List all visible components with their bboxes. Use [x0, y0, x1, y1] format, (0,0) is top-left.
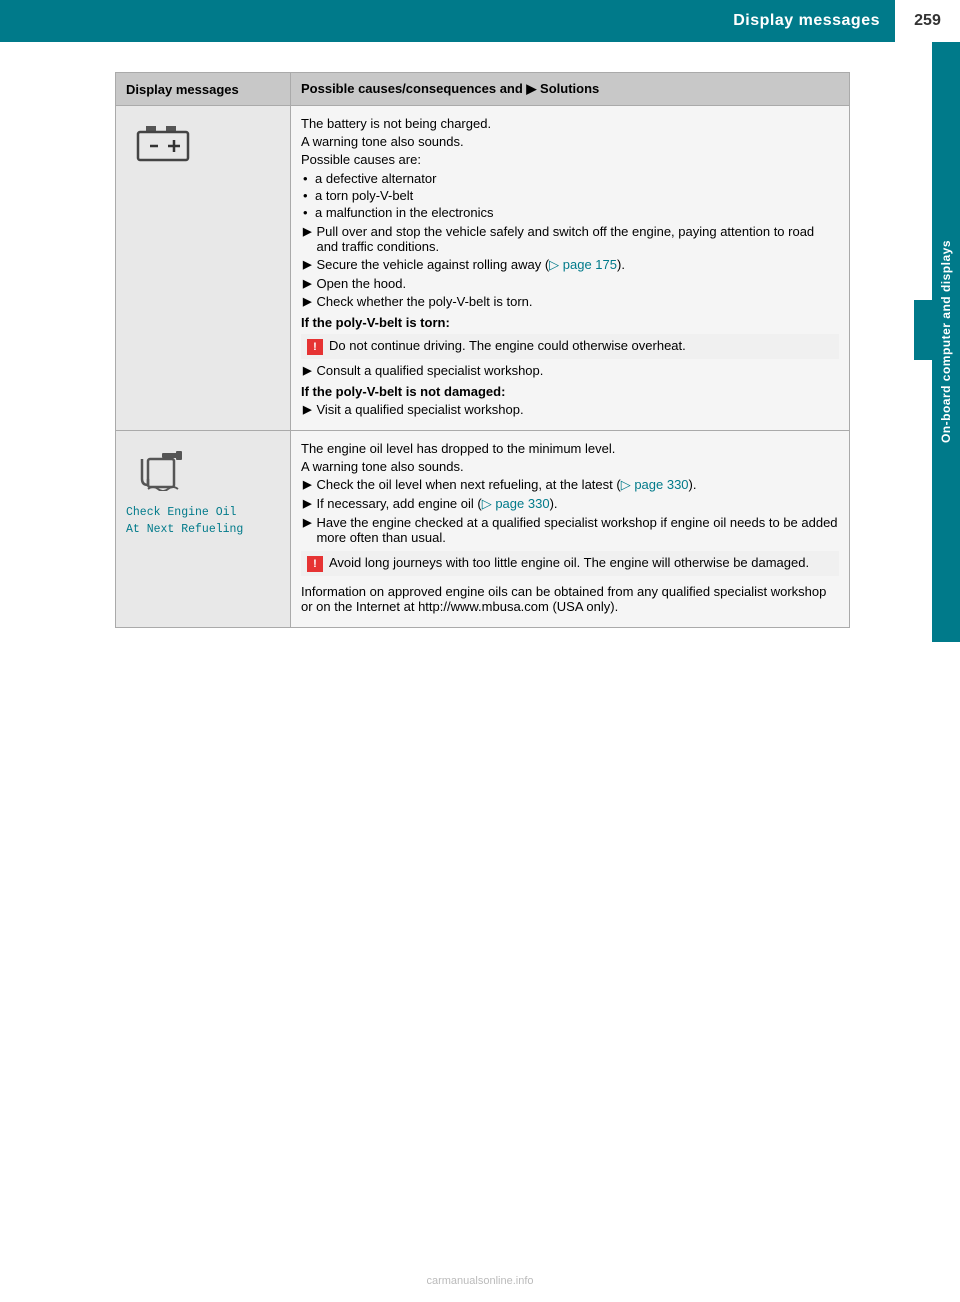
battery-icon-wrapper: [126, 116, 280, 171]
arrow-icon: ▶: [303, 295, 311, 309]
arrow-icon: ▶: [303, 516, 311, 545]
col-header-causes: Possible causes/consequences and ▶ Solut…: [291, 73, 850, 106]
oil-icon-wrapper: [126, 441, 280, 498]
list-item: a malfunction in the electronics: [301, 205, 839, 220]
bold-heading-1: If the poly-V-belt is torn:: [301, 315, 839, 330]
arrow-item: ▶ Open the hood.: [301, 276, 839, 291]
arrow-icon: ▶: [303, 497, 311, 512]
battery-text3: Possible causes are:: [301, 152, 839, 167]
warning-block-1: ! Do not continue driving. The engine co…: [301, 334, 839, 359]
col-header-display: Display messages: [116, 73, 291, 106]
arrow-item: ▶ Consult a qualified specialist worksho…: [301, 363, 839, 378]
warning-icon: !: [307, 556, 323, 572]
page-number: 259: [895, 0, 960, 42]
arrow-item: ▶ If necessary, add engine oil (▷ page 3…: [301, 496, 839, 512]
battery-text2: A warning tone also sounds.: [301, 134, 839, 149]
sidebar-tab: On-board computer and displays: [932, 42, 960, 642]
content-area: Display messages Possible causes/consequ…: [0, 42, 960, 668]
arrow-icon: ▶: [303, 277, 311, 291]
arrow-item: ▶ Check whether the poly-V-belt is torn.: [301, 294, 839, 309]
header-title: Display messages: [733, 12, 880, 30]
table-row: The battery is not being charged. A warn…: [116, 106, 850, 431]
arrow-icon: ▶: [303, 364, 311, 378]
arrow-icon: ▶: [303, 478, 311, 493]
arrow-item: ▶ Pull over and stop the vehicle safely …: [301, 224, 839, 254]
arrow-icon: ▶: [303, 258, 311, 273]
battery-icon: [134, 124, 192, 164]
arrow-icon: ▶: [303, 403, 311, 417]
arrow-item: ▶ Have the engine checked at a qualified…: [301, 515, 839, 545]
arrow-icon: ▶: [303, 225, 311, 254]
warning-icon: !: [307, 339, 323, 355]
oil-text2: A warning tone also sounds.: [301, 459, 839, 474]
arrow-item: ▶ Visit a qualified specialist workshop.: [301, 402, 839, 417]
arrow-item: ▶ Check the oil level when next refuelin…: [301, 477, 839, 493]
bold-heading-2: If the poly-V-belt is not damaged:: [301, 384, 839, 399]
header-bar: Display messages 259: [0, 0, 960, 42]
display-cell-oil: Check Engine OilAt Next Refueling: [116, 431, 291, 628]
oil-final-text: Information on approved engine oils can …: [301, 584, 839, 614]
display-cell-battery: [116, 106, 291, 431]
battery-bullet-list: a defective alternator a torn poly-V-bel…: [301, 171, 839, 220]
causes-cell-battery: The battery is not being charged. A warn…: [291, 106, 850, 431]
oil-icon: [134, 449, 186, 491]
oil-text1: The engine oil level has dropped to the …: [301, 441, 839, 456]
table-row: Check Engine OilAt Next Refueling The en…: [116, 431, 850, 628]
list-item: a defective alternator: [301, 171, 839, 186]
arrow-item: ▶ Secure the vehicle against rolling awa…: [301, 257, 839, 273]
main-table: Display messages Possible causes/consequ…: [115, 72, 850, 628]
watermark: carmanualsonline.info: [426, 1275, 533, 1287]
causes-cell-oil: The engine oil level has dropped to the …: [291, 431, 850, 628]
warning-block-2: ! Avoid long journeys with too little en…: [301, 551, 839, 576]
battery-text1: The battery is not being charged.: [301, 116, 839, 131]
list-item: a torn poly-V-belt: [301, 188, 839, 203]
sidebar-label: On-board computer and displays: [939, 240, 953, 443]
oil-display-label: Check Engine OilAt Next Refueling: [126, 504, 280, 539]
